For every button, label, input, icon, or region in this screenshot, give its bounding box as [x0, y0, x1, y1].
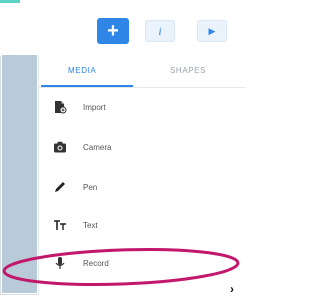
- menu-item-text[interactable]: Text: [39, 210, 245, 240]
- text-icon: [53, 218, 67, 232]
- camera-icon: [53, 140, 67, 154]
- tab-media[interactable]: MEDIA: [68, 66, 96, 75]
- info-button[interactable]: i: [145, 20, 175, 42]
- panel-tabs: MEDIA SHAPES: [39, 55, 245, 88]
- top-accent-line: [0, 0, 20, 3]
- tab-shapes[interactable]: SHAPES: [170, 66, 206, 75]
- canvas-side-panel: [2, 55, 37, 293]
- menu-item-pen[interactable]: Pen: [39, 172, 245, 202]
- menu-item-label: Record: [83, 258, 109, 268]
- import-icon: [53, 100, 67, 114]
- menu-item-label: Pen: [83, 182, 98, 192]
- menu-item-camera[interactable]: Camera: [39, 132, 245, 162]
- microphone-icon: [53, 256, 67, 270]
- chevron-right-icon[interactable]: ›: [230, 282, 234, 296]
- menu-item-record[interactable]: Record: [39, 248, 245, 278]
- menu-item-import[interactable]: Import: [39, 92, 245, 122]
- add-button[interactable]: +: [97, 18, 129, 44]
- add-panel: MEDIA SHAPES Import Camera Pen Text Reco…: [38, 55, 245, 295]
- menu-item-label: Text: [83, 220, 98, 230]
- tabs-divider: [39, 87, 245, 88]
- play-button[interactable]: ▶: [197, 20, 227, 42]
- menu-item-label: Camera: [83, 142, 112, 152]
- top-toolbar: + i ▶: [0, 0, 244, 56]
- pen-icon: [53, 180, 67, 194]
- menu-item-label: Import: [83, 102, 106, 112]
